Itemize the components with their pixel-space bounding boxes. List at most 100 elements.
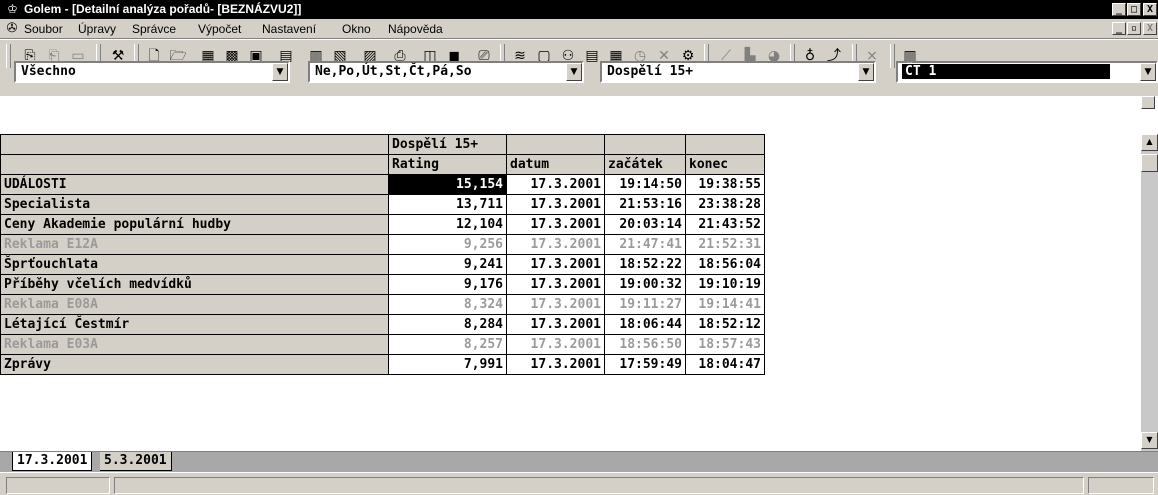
rating-cell[interactable]: 8,324 [388,294,507,315]
end-time-cell[interactable]: 23:38:28 [685,194,765,215]
date-cell[interactable]: 17.3.2001 [506,354,605,375]
end-time-cell[interactable]: 19:10:19 [685,274,765,295]
toolbar-grip[interactable] [6,44,11,68]
column-header-end[interactable]: konec [685,154,765,175]
child-restore-button[interactable]: ▫ [1127,22,1141,35]
menu-upravy[interactable]: Úpravy [78,22,116,36]
end-time-cell[interactable]: 18:52:12 [685,314,765,335]
end-time-cell[interactable]: 18:56:04 [685,254,765,275]
end-time-cell[interactable]: 21:43:52 [685,214,765,235]
menu-vypocet[interactable]: Výpočet [198,22,241,36]
scroll-thumb[interactable] [1141,154,1158,172]
program-filter-select[interactable]: Všechno ▼ [14,61,290,83]
start-time-cell[interactable]: 18:52:22 [604,254,686,275]
menu-nastaveni[interactable]: Nastavení [262,22,316,36]
table-row[interactable]: Reklama E08A 8,324 17.3.2001 19:11:27 19:14:… [0,294,765,315]
program-name-cell[interactable]: Létající Čestmír [0,314,389,335]
date-cell[interactable]: 17.3.2001 [506,334,605,355]
scroll-down-icon[interactable]: ▼ [1141,432,1158,449]
program-name-cell[interactable]: Reklama E03A [0,334,389,355]
toolbar-separator [890,44,895,68]
menu-spravce[interactable]: Správce [132,22,176,36]
date-cell[interactable]: 17.3.2001 [506,234,605,255]
end-time-cell[interactable]: 21:52:31 [685,234,765,255]
vertical-scrollbar[interactable]: ▲ ▼ [1141,134,1158,451]
start-time-cell[interactable]: 20:03:14 [604,214,686,235]
program-name-cell[interactable]: Příběhy včelích medvídků [0,274,389,295]
chevron-down-icon[interactable]: ▼ [272,63,288,81]
date-cell[interactable]: 17.3.2001 [506,174,605,195]
column-header-start[interactable]: začátek [604,154,686,175]
end-time-cell[interactable]: 19:38:55 [685,174,765,195]
start-time-cell[interactable]: 21:53:16 [604,194,686,215]
program-name-cell[interactable]: UDÁLOSTI [0,174,389,195]
channel-select[interactable]: ČT 1 ▼ [896,61,1158,83]
table-row[interactable]: Reklama E03A 8,257 17.3.2001 18:56:50 18:57:… [0,334,765,355]
table-row[interactable]: Šprťouchlata 9,241 17.3.2001 18:52:22 18:56:… [0,254,765,275]
program-name-cell[interactable]: Ceny Akademie populární hudby [0,214,389,235]
rating-cell[interactable]: 9,176 [388,274,507,295]
date-cell[interactable]: 17.3.2001 [506,254,605,275]
start-time-cell[interactable]: 19:00:32 [604,274,686,295]
program-name-cell[interactable]: Zprávy [0,354,389,375]
app-icon: ♔ [7,2,18,16]
empty-header-cell [604,134,686,155]
maximize-button[interactable]: □ [1127,3,1141,16]
start-time-cell[interactable]: 18:06:44 [604,314,686,335]
table-row[interactable]: Zprávy 7,991 17.3.2001 17:59:49 18:04:47 [0,354,765,375]
target-group-value: Dospělí 15+ [607,64,694,79]
column-header-rating[interactable]: Rating [388,154,507,175]
date-cell[interactable]: 17.3.2001 [506,314,605,335]
program-name-cell[interactable]: Specialista [0,194,389,215]
start-time-cell[interactable]: 18:56:50 [604,334,686,355]
empty-header-cell [506,134,605,155]
rating-cell[interactable]: 9,241 [388,254,507,275]
tab-5-3-2001[interactable]: 5.3.2001 [100,452,172,471]
card-icon[interactable]: ▤ [582,46,602,66]
date-cell[interactable]: 17.3.2001 [506,294,605,315]
rating-cell[interactable]: 7,991 [388,354,507,375]
rating-cell[interactable]: 8,257 [388,334,507,355]
table-row[interactable]: Létající Čestmír 8,284 17.3.2001 18:06:44 18… [0,314,765,335]
table-row[interactable]: Reklama E12A 9,256 17.3.2001 21:47:41 21:52:… [0,234,765,255]
start-time-cell[interactable]: 17:59:49 [604,354,686,375]
program-name-cell[interactable]: Reklama E12A [0,234,389,255]
table-row[interactable]: Příběhy včelích medvídků 9,176 17.3.2001 19… [0,274,765,295]
close-button[interactable]: X [1143,3,1157,16]
end-time-cell[interactable]: 18:04:47 [685,354,765,375]
table-row[interactable]: UDÁLOSTI 15,154 17.3.2001 19:14:50 19:38:55 [0,174,765,195]
days-filter-select[interactable]: Ne,Po,Út,St,Čt,Pá,So ▼ [308,61,584,83]
rating-cell[interactable]: 13,711 [388,194,507,215]
menu-napoveda[interactable]: Nápověda [388,22,443,36]
program-name-cell[interactable]: Reklama E08A [0,294,389,315]
minimize-button[interactable]: _ [1112,3,1126,16]
date-cell[interactable]: 17.3.2001 [506,214,605,235]
document-icon[interactable]: ✇ [4,21,20,37]
rating-cell[interactable]: 12,104 [388,214,507,235]
start-time-cell[interactable]: 19:14:50 [604,174,686,195]
chevron-down-icon[interactable]: ▼ [858,63,874,81]
chevron-down-icon[interactable]: ▼ [1140,63,1156,81]
menu-okno[interactable]: Okno [342,22,371,36]
table-row[interactable]: Ceny Akademie populární hudby 12,104 17.3.… [0,214,765,235]
rating-cell[interactable]: 8,284 [388,314,507,335]
start-time-cell[interactable]: 19:11:27 [604,294,686,315]
date-cell[interactable]: 17.3.2001 [506,274,605,295]
status-bar [0,472,1158,495]
scroll-up-icon[interactable]: ▲ [1141,134,1158,151]
child-minimize-button[interactable]: _ [1112,22,1126,35]
column-header-date[interactable]: datum [506,154,605,175]
end-time-cell[interactable]: 19:14:41 [685,294,765,315]
program-name-cell[interactable]: Šprťouchlata [0,254,389,275]
date-cell[interactable]: 17.3.2001 [506,194,605,215]
rating-cell[interactable]: 15,154 [388,174,507,195]
start-time-cell[interactable]: 21:47:41 [604,234,686,255]
table-row[interactable]: Specialista 13,711 17.3.2001 21:53:16 23:38:… [0,194,765,215]
end-time-cell[interactable]: 18:57:43 [685,334,765,355]
tab-17-3-2001[interactable]: 17.3.2001 [12,452,93,471]
child-close-button[interactable]: X [1143,22,1157,35]
target-group-select[interactable]: Dospělí 15+ ▼ [600,61,876,83]
menu-soubor[interactable]: Soubor [24,22,63,36]
chevron-down-icon[interactable]: ▼ [566,63,582,81]
rating-cell[interactable]: 9,256 [388,234,507,255]
